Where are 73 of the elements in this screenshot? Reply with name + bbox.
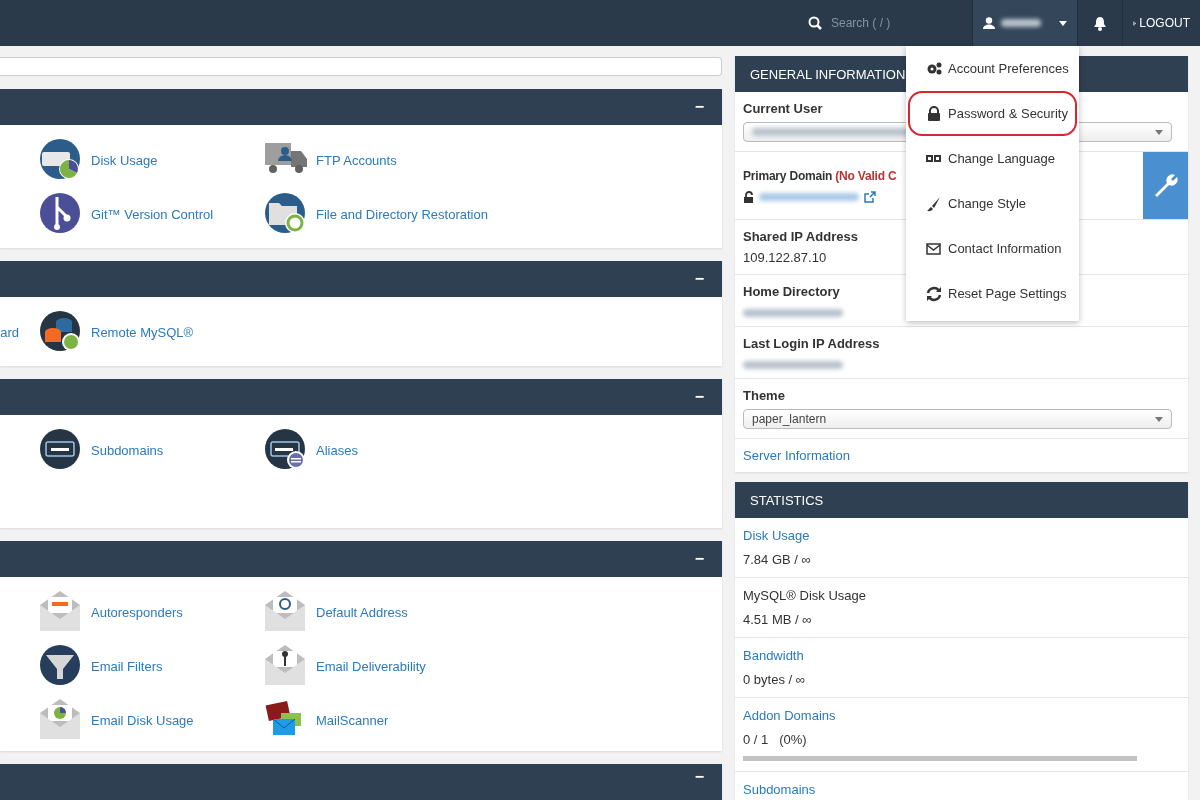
collapse-button[interactable]: − xyxy=(676,764,722,786)
folder-clock-icon xyxy=(265,193,307,235)
menu-item[interactable]: Reset Page Settings xyxy=(908,271,1077,316)
search-field[interactable]: Search ( / ) xyxy=(831,16,921,30)
stat-link[interactable]: Addon Domains xyxy=(743,708,836,723)
dot-com-icon xyxy=(265,429,307,471)
caret-icon xyxy=(1155,129,1163,135)
tool-link[interactable]: File and Directory Restoration xyxy=(316,206,488,222)
refresh-icon xyxy=(926,285,942,302)
field-label: Home Directory xyxy=(743,284,840,299)
tool-link[interactable]: Git™ Version Control xyxy=(91,206,214,222)
tool-link[interactable]: Autoresponders xyxy=(91,604,183,620)
menu-item[interactable]: Change Style xyxy=(908,181,1077,226)
field-label: Theme xyxy=(743,388,785,403)
select-field[interactable]: paper_lantern xyxy=(743,409,1172,429)
field-label: Last Login IP Address xyxy=(743,336,880,351)
branch-icon xyxy=(40,193,82,235)
menu-item[interactable]: Change Language xyxy=(908,136,1077,181)
stat-link[interactable]: Subdomains xyxy=(743,782,816,797)
unlocked-icon xyxy=(743,190,754,203)
tool-link[interactable]: Remote MySQL® xyxy=(91,324,194,340)
settings-button[interactable] xyxy=(1143,152,1188,219)
tool-link[interactable]: Aliases xyxy=(316,442,358,458)
sub-domain-icon xyxy=(40,429,82,471)
menu-item[interactable]: Contact Information xyxy=(908,226,1077,271)
stat-link[interactable]: Bandwidth xyxy=(743,648,804,663)
field-label: Current User xyxy=(743,101,823,116)
field-label: Shared IP Address xyxy=(743,229,858,244)
user-menu-button[interactable] xyxy=(972,0,1077,46)
field-label: Primary Domain xyxy=(743,168,833,183)
envelope-pie-icon xyxy=(40,699,82,741)
stat-link[interactable]: Disk Usage xyxy=(743,528,810,543)
stat-value: 0 / 1 (0%) xyxy=(743,732,807,747)
redacted-username xyxy=(1001,19,1041,27)
envelope-icon xyxy=(40,591,82,633)
gears-icon xyxy=(926,60,942,77)
stat-label: MySQL® Disk Usage xyxy=(743,588,866,603)
tool-link[interactable]: Default Address xyxy=(316,604,408,620)
envelope-icon xyxy=(265,591,307,633)
caret-icon xyxy=(1059,20,1067,26)
collapse-button[interactable]: − xyxy=(676,388,722,406)
user-icon xyxy=(983,17,995,29)
search-icon xyxy=(808,16,822,30)
caret-icon xyxy=(1155,416,1163,422)
search-field[interactable] xyxy=(0,57,722,76)
envelope-key-icon xyxy=(265,645,307,687)
tool-link[interactable]: Subdomains xyxy=(91,442,164,458)
logout-button[interactable]: LOGOUT xyxy=(1122,0,1200,46)
database-plug-icon xyxy=(40,311,82,353)
server-info-link[interactable]: Server Information xyxy=(743,448,1180,463)
external-link-icon xyxy=(864,190,876,203)
envelope-icon xyxy=(926,240,942,257)
panel-header: STATISTICS xyxy=(735,482,1188,518)
ssl-warning: (No Valid C xyxy=(835,168,897,183)
collapse-button[interactable]: − xyxy=(676,270,722,288)
tool-link[interactable]: FTP Accounts xyxy=(316,152,397,168)
tool-link[interactable]: Email Disk Usage xyxy=(91,712,194,728)
server-pie-icon xyxy=(40,139,82,181)
tool-link[interactable]: Disk Usage xyxy=(91,152,158,168)
lock-icon xyxy=(926,105,942,122)
tool-link[interactable]: Email Filters xyxy=(91,658,163,674)
tool-link[interactable]: Email Deliverability xyxy=(316,658,426,674)
tool-link[interactable]: ard xyxy=(0,324,19,340)
field-value: 109.122.87.10 xyxy=(743,250,828,265)
stat-value: 7.84 GB / ∞ xyxy=(743,552,811,567)
tool-link[interactable]: MailScanner xyxy=(316,712,389,728)
collapse-button[interactable]: − xyxy=(676,550,722,568)
stat-value: 0 bytes / ∞ xyxy=(743,672,806,687)
bell-icon xyxy=(1093,15,1107,31)
funnel-icon xyxy=(40,645,82,687)
stat-value: 4.51 MB / ∞ xyxy=(743,612,812,627)
menu-item[interactable]: Password & Security xyxy=(908,91,1077,136)
collapse-button[interactable]: − xyxy=(676,98,722,116)
